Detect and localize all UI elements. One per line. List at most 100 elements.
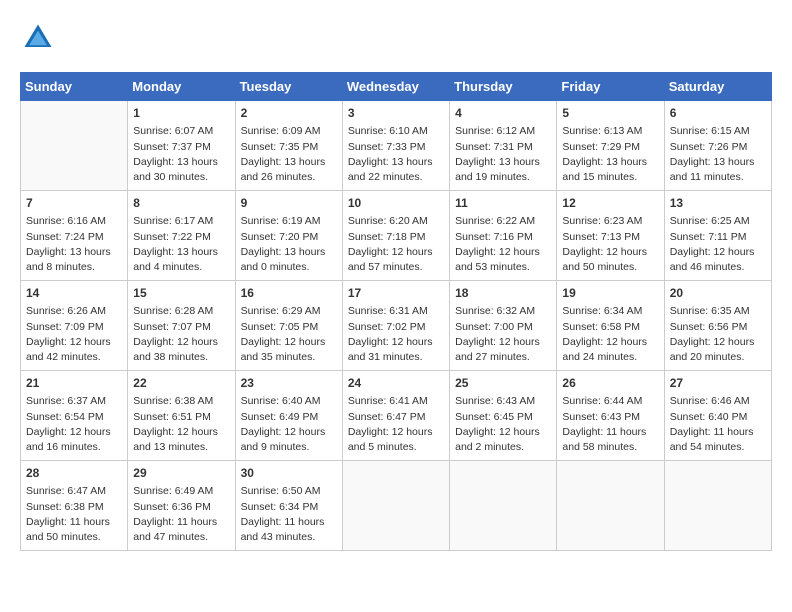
day-info: Sunrise: 6:26 AM	[26, 304, 122, 319]
day-info: Daylight: 11 hours	[241, 515, 337, 530]
day-info: and 31 minutes.	[348, 350, 444, 365]
day-info: Sunset: 6:45 PM	[455, 410, 551, 425]
day-info: and 13 minutes.	[133, 440, 229, 455]
day-info: Daylight: 12 hours	[670, 245, 766, 260]
day-info: Daylight: 13 hours	[133, 245, 229, 260]
day-info: Sunrise: 6:32 AM	[455, 304, 551, 319]
day-number: 23	[241, 375, 337, 392]
header-cell-tuesday: Tuesday	[235, 73, 342, 101]
day-info: Sunset: 6:47 PM	[348, 410, 444, 425]
day-cell: 3Sunrise: 6:10 AMSunset: 7:33 PMDaylight…	[342, 101, 449, 191]
day-cell: 28Sunrise: 6:47 AMSunset: 6:38 PMDayligh…	[21, 461, 128, 551]
day-number: 29	[133, 465, 229, 482]
day-cell: 19Sunrise: 6:34 AMSunset: 6:58 PMDayligh…	[557, 281, 664, 371]
day-info: Sunset: 7:16 PM	[455, 230, 551, 245]
day-cell: 24Sunrise: 6:41 AMSunset: 6:47 PMDayligh…	[342, 371, 449, 461]
day-info: Sunrise: 6:25 AM	[670, 214, 766, 229]
day-cell: 4Sunrise: 6:12 AMSunset: 7:31 PMDaylight…	[450, 101, 557, 191]
day-number: 24	[348, 375, 444, 392]
day-info: Sunrise: 6:34 AM	[562, 304, 658, 319]
day-number: 4	[455, 105, 551, 122]
day-cell: 18Sunrise: 6:32 AMSunset: 7:00 PMDayligh…	[450, 281, 557, 371]
day-number: 1	[133, 105, 229, 122]
week-row-1: 1Sunrise: 6:07 AMSunset: 7:37 PMDaylight…	[21, 101, 772, 191]
day-info: Daylight: 12 hours	[133, 425, 229, 440]
day-info: and 50 minutes.	[562, 260, 658, 275]
day-cell	[664, 461, 771, 551]
day-number: 2	[241, 105, 337, 122]
day-info: Sunrise: 6:10 AM	[348, 124, 444, 139]
day-info: and 57 minutes.	[348, 260, 444, 275]
day-info: Sunrise: 6:12 AM	[455, 124, 551, 139]
day-info: Sunrise: 6:40 AM	[241, 394, 337, 409]
day-info: Sunrise: 6:09 AM	[241, 124, 337, 139]
day-info: Sunrise: 6:13 AM	[562, 124, 658, 139]
day-info: and 54 minutes.	[670, 440, 766, 455]
day-info: Daylight: 12 hours	[133, 335, 229, 350]
day-info: Sunset: 6:34 PM	[241, 500, 337, 515]
day-cell	[342, 461, 449, 551]
day-info: and 47 minutes.	[133, 530, 229, 545]
day-info: Sunrise: 6:38 AM	[133, 394, 229, 409]
day-cell: 22Sunrise: 6:38 AMSunset: 6:51 PMDayligh…	[128, 371, 235, 461]
day-number: 5	[562, 105, 658, 122]
day-info: Daylight: 12 hours	[562, 335, 658, 350]
day-info: Sunset: 7:07 PM	[133, 320, 229, 335]
day-cell: 15Sunrise: 6:28 AMSunset: 7:07 PMDayligh…	[128, 281, 235, 371]
day-info: Sunset: 7:26 PM	[670, 140, 766, 155]
day-number: 7	[26, 195, 122, 212]
day-number: 9	[241, 195, 337, 212]
day-info: Sunset: 6:58 PM	[562, 320, 658, 335]
day-info: Sunrise: 6:15 AM	[670, 124, 766, 139]
day-info: Sunset: 7:33 PM	[348, 140, 444, 155]
day-info: Daylight: 13 hours	[455, 155, 551, 170]
day-info: Sunset: 7:05 PM	[241, 320, 337, 335]
day-number: 15	[133, 285, 229, 302]
day-cell: 26Sunrise: 6:44 AMSunset: 6:43 PMDayligh…	[557, 371, 664, 461]
week-row-3: 14Sunrise: 6:26 AMSunset: 7:09 PMDayligh…	[21, 281, 772, 371]
day-info: Daylight: 12 hours	[26, 425, 122, 440]
day-info: Daylight: 12 hours	[455, 245, 551, 260]
day-number: 13	[670, 195, 766, 212]
day-cell: 2Sunrise: 6:09 AMSunset: 7:35 PMDaylight…	[235, 101, 342, 191]
day-info: Daylight: 12 hours	[562, 245, 658, 260]
day-info: and 58 minutes.	[562, 440, 658, 455]
day-info: Sunset: 6:56 PM	[670, 320, 766, 335]
day-cell: 13Sunrise: 6:25 AMSunset: 7:11 PMDayligh…	[664, 191, 771, 281]
day-info: and 5 minutes.	[348, 440, 444, 455]
day-info: and 43 minutes.	[241, 530, 337, 545]
day-info: Sunrise: 6:23 AM	[562, 214, 658, 229]
day-cell: 1Sunrise: 6:07 AMSunset: 7:37 PMDaylight…	[128, 101, 235, 191]
day-info: and 11 minutes.	[670, 170, 766, 185]
header-cell-sunday: Sunday	[21, 73, 128, 101]
week-row-4: 21Sunrise: 6:37 AMSunset: 6:54 PMDayligh…	[21, 371, 772, 461]
day-cell	[450, 461, 557, 551]
day-info: Daylight: 13 hours	[133, 155, 229, 170]
day-info: Sunrise: 6:35 AM	[670, 304, 766, 319]
day-number: 25	[455, 375, 551, 392]
day-info: and 42 minutes.	[26, 350, 122, 365]
day-info: Daylight: 12 hours	[455, 335, 551, 350]
day-info: and 15 minutes.	[562, 170, 658, 185]
day-info: Daylight: 11 hours	[133, 515, 229, 530]
day-info: Sunrise: 6:07 AM	[133, 124, 229, 139]
day-info: Sunrise: 6:37 AM	[26, 394, 122, 409]
day-cell: 5Sunrise: 6:13 AMSunset: 7:29 PMDaylight…	[557, 101, 664, 191]
day-info: Daylight: 12 hours	[455, 425, 551, 440]
calendar-header: SundayMondayTuesdayWednesdayThursdayFrid…	[21, 73, 772, 101]
day-info: and 46 minutes.	[670, 260, 766, 275]
day-info: Sunrise: 6:46 AM	[670, 394, 766, 409]
week-row-2: 7Sunrise: 6:16 AMSunset: 7:24 PMDaylight…	[21, 191, 772, 281]
day-info: Daylight: 12 hours	[670, 335, 766, 350]
day-number: 20	[670, 285, 766, 302]
day-info: Sunset: 6:43 PM	[562, 410, 658, 425]
day-info: and 22 minutes.	[348, 170, 444, 185]
day-info: and 20 minutes.	[670, 350, 766, 365]
day-info: Sunset: 6:51 PM	[133, 410, 229, 425]
day-number: 27	[670, 375, 766, 392]
day-info: and 4 minutes.	[133, 260, 229, 275]
day-info: and 19 minutes.	[455, 170, 551, 185]
day-info: and 53 minutes.	[455, 260, 551, 275]
day-cell: 10Sunrise: 6:20 AMSunset: 7:18 PMDayligh…	[342, 191, 449, 281]
logo	[20, 20, 62, 56]
